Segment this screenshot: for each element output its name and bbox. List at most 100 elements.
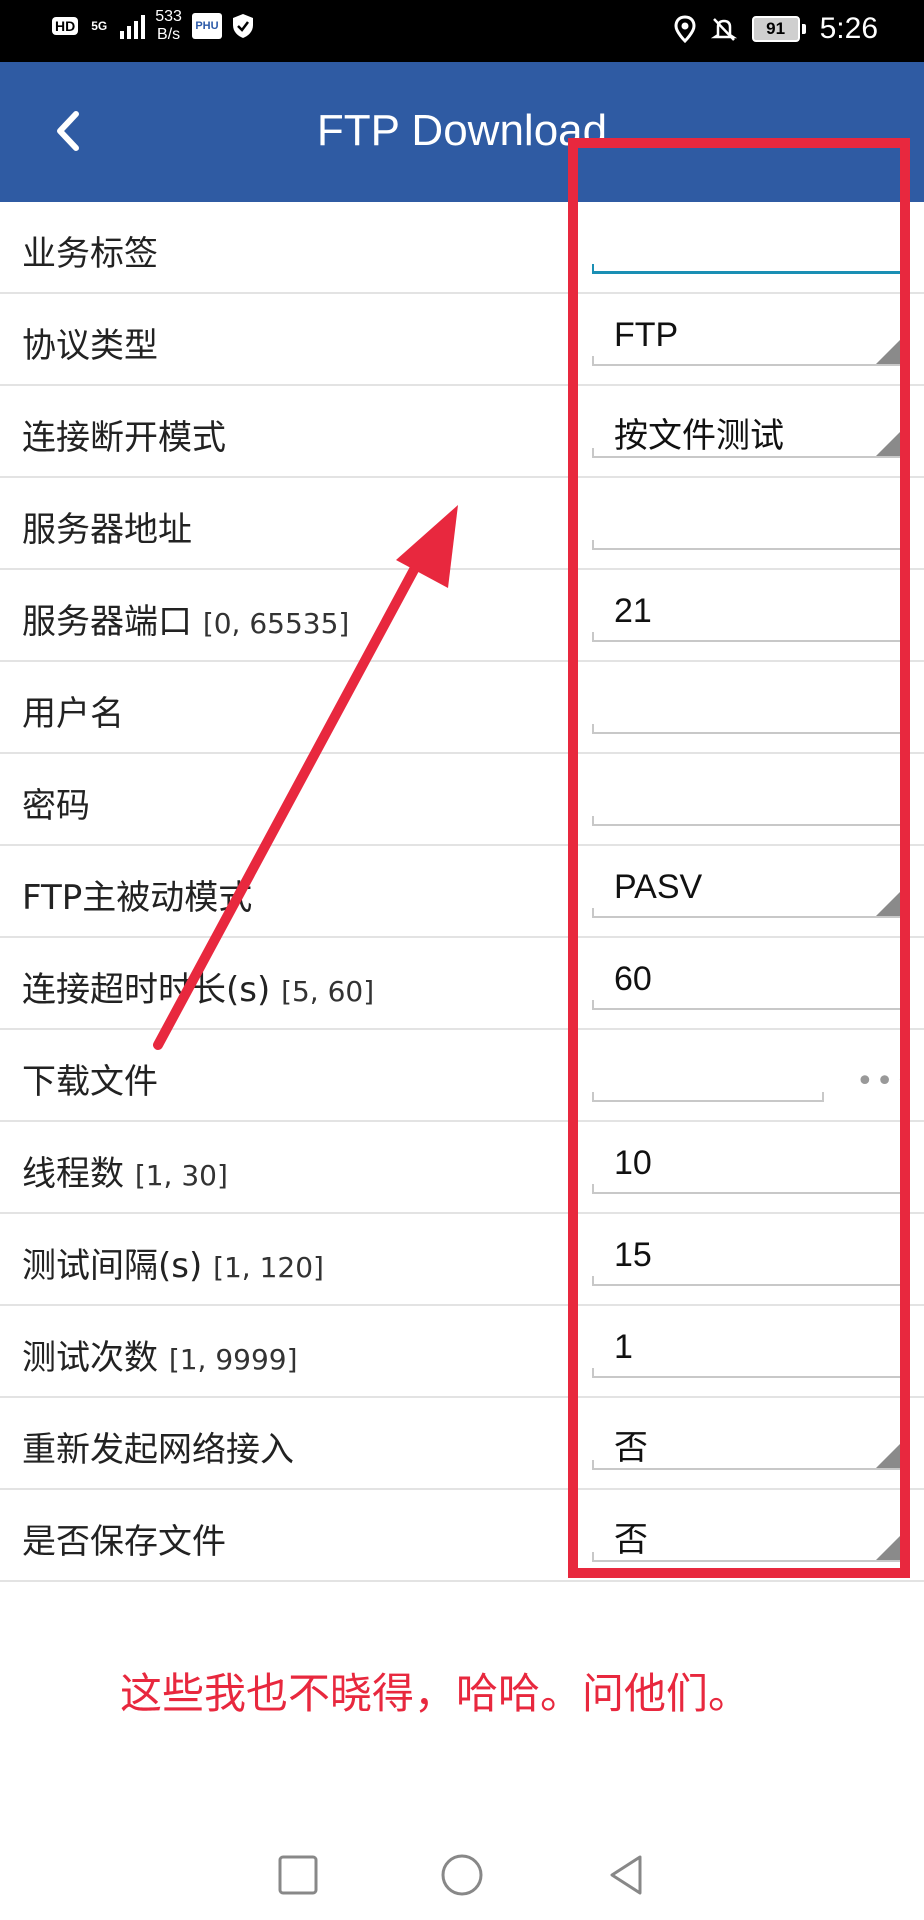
field-label: 服务器端口 [0, 65535]: [22, 594, 349, 643]
text-input[interactable]: 1: [592, 1316, 904, 1382]
dropdown-select[interactable]: FTP: [592, 304, 904, 370]
app-header: FTP Download: [0, 62, 924, 202]
field-label: 连接断开模式: [22, 410, 226, 459]
text-input[interactable]: 15: [592, 1224, 904, 1290]
page-title: FTP Download: [316, 106, 608, 155]
dropdown-triangle-icon: [876, 888, 904, 916]
form-row: 服务器地址: [0, 478, 924, 570]
signal-icon: [120, 13, 146, 39]
form-row: 协议类型 FTP: [0, 294, 924, 386]
more-options-icon[interactable]: •••: [856, 1064, 915, 1099]
mute-bell-icon: [710, 18, 737, 41]
back-nav-icon[interactable]: [604, 1853, 648, 1897]
field-value: 15: [614, 1236, 652, 1274]
field-range: [1, 120]: [213, 1251, 324, 1284]
field-label-text: 是否保存文件: [22, 1522, 226, 1562]
field-label: 连接超时时长(s) [5, 60]: [22, 962, 374, 1011]
dropdown-select[interactable]: 否: [592, 1408, 904, 1474]
status-bar: HD 5G 533 B/s PHU 91 5:26: [0, 0, 924, 62]
field-value: 否: [614, 1521, 648, 1559]
recent-apps-icon[interactable]: [276, 1853, 320, 1897]
navigation-bar: [0, 1830, 924, 1920]
form-row: 连接断开模式 按文件测试: [0, 386, 924, 478]
field-value: 否: [614, 1429, 648, 1467]
field-label: FTP主被动模式: [22, 870, 252, 919]
field-label: 测试间隔(s) [1, 120]: [22, 1238, 324, 1287]
dropdown-triangle-icon: [876, 1532, 904, 1560]
field-value: 10: [614, 1144, 652, 1182]
text-input[interactable]: [592, 764, 904, 830]
field-label-text: 密码: [22, 786, 90, 826]
field-label-text: 服务器端口: [22, 602, 192, 642]
form-row: 测试次数 [1, 9999] 1: [0, 1306, 924, 1398]
dropdown-triangle-icon: [876, 336, 904, 364]
form-row: 线程数 [1, 30] 10: [0, 1122, 924, 1214]
text-input[interactable]: 60: [592, 948, 904, 1014]
field-label-text: 线程数: [22, 1154, 124, 1194]
battery-icon: 91: [751, 16, 806, 42]
form-row: 是否保存文件 否: [0, 1490, 924, 1582]
field-label-text: 协议类型: [22, 326, 158, 366]
dropdown-triangle-icon: [876, 428, 904, 456]
field-label-text: 测试间隔(s): [22, 1246, 203, 1286]
field-value: 60: [614, 960, 652, 998]
annotation-note: 这些我也不晓得，哈哈。问他们。: [120, 1669, 751, 1718]
field-label-text: 连接超时时长(s): [22, 970, 271, 1010]
dropdown-triangle-icon: [876, 1440, 904, 1468]
field-label: 线程数 [1, 30]: [22, 1146, 228, 1195]
field-label: 用户名: [22, 686, 124, 735]
field-label-text: 用户名: [22, 694, 124, 734]
text-input[interactable]: 10: [592, 1132, 904, 1198]
battery-level: 91: [751, 16, 800, 42]
field-range: [1, 30]: [134, 1159, 228, 1192]
form-row: 连接超时时长(s) [5, 60] 60: [0, 938, 924, 1030]
text-input[interactable]: 21: [592, 580, 904, 646]
speed-unit: B/s: [157, 26, 181, 43]
field-label-text: 下载文件: [22, 1062, 158, 1102]
form-row: 重新发起网络接入 否: [0, 1398, 924, 1490]
dropdown-select[interactable]: 否: [592, 1500, 904, 1566]
clock: 5:26: [819, 12, 878, 45]
text-input[interactable]: [592, 488, 904, 554]
status-right: 91 5:26: [674, 12, 878, 46]
location-icon: [674, 15, 696, 43]
field-label: 密码: [22, 778, 90, 827]
field-range: [0, 65535]: [202, 607, 350, 640]
app-notification-icon: PHU: [191, 13, 222, 39]
field-label-text: 测试次数: [22, 1338, 158, 1378]
field-label: 业务标签: [22, 226, 158, 275]
speed-value: 533: [155, 8, 182, 25]
shield-icon: [232, 14, 253, 38]
dropdown-select[interactable]: PASV: [592, 856, 904, 922]
field-label-text: 重新发起网络接入: [22, 1430, 294, 1470]
field-label-text: FTP主被动模式: [22, 878, 253, 918]
form-row: 业务标签: [0, 202, 924, 294]
field-label-text: 业务标签: [22, 234, 158, 274]
field-label: 服务器地址: [22, 502, 192, 551]
field-value: PASV: [614, 868, 703, 906]
field-value: FTP: [614, 316, 679, 354]
field-label: 是否保存文件: [22, 1514, 226, 1563]
form-row: 服务器端口 [0, 65535] 21: [0, 570, 924, 662]
field-label-text: 连接断开模式: [22, 418, 226, 458]
form-row: FTP主被动模式 PASV: [0, 846, 924, 938]
field-range: [1, 9999]: [168, 1343, 298, 1376]
form-row: 用户名: [0, 662, 924, 754]
text-input[interactable]: [592, 672, 904, 738]
settings-form: 业务标签协议类型 FTP 连接断开模式 按文件测试服务器地址服务器端口 [0, 655…: [0, 202, 924, 1582]
field-label-text: 服务器地址: [22, 510, 192, 550]
field-label: 测试次数 [1, 9999]: [22, 1330, 298, 1379]
status-left: HD 5G 533 B/s PHU: [52, 8, 254, 44]
field-label: 协议类型: [22, 318, 158, 367]
network-speed: 533 B/s: [155, 8, 182, 44]
form-row: 测试间隔(s) [1, 120] 15: [0, 1214, 924, 1306]
field-value: 21: [614, 592, 652, 630]
text-input[interactable]: [592, 212, 904, 278]
network-type: 5G: [91, 19, 108, 33]
dropdown-select[interactable]: 按文件测试: [592, 396, 904, 462]
home-icon[interactable]: [440, 1853, 484, 1897]
field-label: 重新发起网络接入: [22, 1422, 294, 1471]
form-row: 密码: [0, 754, 924, 846]
field-value: 1: [614, 1328, 633, 1366]
file-path-input[interactable]: [592, 1040, 824, 1106]
